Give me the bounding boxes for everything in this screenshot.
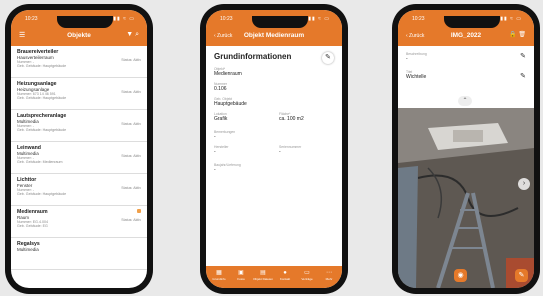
item-status: Status: Aktiv: [121, 186, 141, 190]
field-value: -: [214, 149, 216, 155]
list-item[interactable]: Regalsys Multimedia: [11, 238, 147, 270]
status-time: 10:23: [220, 16, 233, 22]
edit-pencil-icon[interactable]: ✎: [520, 72, 526, 80]
tab-label: Objekt Dateien: [253, 277, 273, 281]
next-arrow-icon[interactable]: ›: [518, 178, 530, 190]
item-meta: Geb. Gebäude: Hauptgebäude: [17, 192, 67, 196]
field-label: Seriennummer: [279, 145, 302, 149]
phone-frame-photo: 10:23 ▮▮▮ ≈ ▭ ‹ Zurück IMG_2022 🔒 🗑 Besc…: [392, 4, 540, 294]
list-item[interactable]: Medienraum Raum Nummer: EG.4.004 Geb. Ge…: [11, 206, 147, 238]
photo-screen: 10:23 ▮▮▮ ≈ ▭ ‹ Zurück IMG_2022 🔒 🗑 Besc…: [398, 10, 534, 288]
list-item[interactable]: Heizungsanlage Heizungsanlage Nummer: 67…: [11, 78, 147, 110]
list-item[interactable]: Leinwand Multimedia Nummer: - Geb. Gebäu…: [11, 142, 147, 174]
item-meta: Geb. Gebäude: EG: [17, 224, 48, 228]
camera-button[interactable]: ◉: [454, 269, 467, 282]
photo-details: Beschreibung - ✎ Titel Wichtelle ✎ ⌃: [398, 46, 534, 108]
field-row: Lokation Grafik Fläche* ca. 100 m2: [214, 107, 334, 125]
tab-grundinfo[interactable]: ▦ Grundinfo: [208, 269, 230, 281]
list-item[interactable]: Brauereiverteiler Hausverteilerraum Numm…: [11, 46, 147, 78]
detail-screen: 10:23 ▮▮▮ ≈ ▭ ‹ Zurück Objekt Medienraum…: [206, 10, 342, 288]
page-title: Objekt Medienraum: [243, 32, 305, 39]
list-item[interactable]: Lichttor Fenster Nummer: - Geb. Gebäude:…: [11, 174, 147, 206]
contact-icon: ●: [283, 270, 287, 276]
field-value: Wichtelle: [406, 74, 427, 80]
tab-vertraege[interactable]: ▭ Verträge: [296, 269, 318, 281]
photo-image: › ◉ ✎: [398, 108, 534, 288]
field-value: 0.106: [214, 86, 227, 92]
edit-pencil-icon[interactable]: ✎: [322, 52, 334, 64]
collapse-chevron-icon[interactable]: ⌃: [458, 96, 472, 106]
field-value: ca. 100 m2: [279, 116, 304, 122]
more-icon: ⋯: [326, 270, 332, 276]
item-meta: Geb. Gebäude: Hauptgebäude: [17, 96, 67, 100]
item-status: Status: Aktiv: [121, 90, 141, 94]
app-bar: ‹ Zurück Objekt Medienraum: [206, 26, 342, 46]
field-value: Grafik: [214, 116, 228, 122]
field-value: -: [214, 167, 216, 173]
field-manufacturer: Hersteller -: [214, 140, 229, 155]
app-bar: ☰ Objekte ▼ ⌕: [11, 26, 147, 46]
status-time: 10:23: [412, 16, 425, 22]
item-meta: Geb. Gebäude: Hauptgebäude: [17, 128, 67, 132]
status-icons: ▮▮▮ ≈ ▭: [496, 16, 522, 22]
notch: [444, 16, 500, 28]
field-value: Medienraum: [214, 71, 242, 77]
phone-frame-detail: 10:23 ▮▮▮ ≈ ▭ ‹ Zurück Objekt Medienraum…: [200, 4, 348, 294]
tab-fotos[interactable]: ▣ Fotos: [230, 269, 252, 281]
field-row: Hersteller - Seriennummer -: [214, 140, 334, 158]
object-list: Brauereiverteiler Hausverteilerraum Numm…: [11, 46, 147, 288]
field-label: Hersteller: [214, 145, 229, 149]
status-icons: ▮▮▮ ≈ ▭: [304, 16, 330, 22]
field-value: -: [279, 149, 281, 155]
favorite-marker-icon: [137, 209, 141, 213]
item-meta: Geb. Gebäude: Medienraum: [17, 160, 63, 164]
tab-kontakt[interactable]: ● Kontakt: [274, 269, 296, 281]
edit-photo-button[interactable]: ✎: [515, 269, 528, 282]
field-value: -: [406, 56, 408, 62]
filter-search-icons[interactable]: ▼ ⌕: [126, 31, 139, 39]
item-status: Status: Aktiv: [121, 58, 141, 62]
info-icon: ▦: [216, 270, 222, 276]
tab-dateien[interactable]: ▤ Objekt Dateien: [252, 269, 274, 281]
item-status: Status: Aktiv: [121, 218, 141, 222]
item-subtitle: Multimedia: [17, 247, 39, 252]
item-status: Status: Aktiv: [121, 122, 141, 126]
status-time: 10:23: [25, 16, 38, 22]
list-screen: 10:23 ▮▮▮ ≈ ▭ ☰ Objekte ▼ ⌕ Brauereivert…: [11, 10, 147, 288]
tab-label: Fotos: [237, 277, 245, 281]
field-location: Lokation Grafik: [214, 107, 227, 122]
file-icon: ▤: [260, 270, 266, 276]
item-meta: Geb. Gebäude: Hauptgebäude: [17, 64, 67, 68]
tab-label: Verträge: [301, 277, 313, 281]
ceiling-photo: [398, 108, 534, 288]
section-heading: Grundinformationen: [214, 52, 292, 61]
status-icons: ▮▮▮ ≈ ▭: [109, 16, 135, 22]
contract-icon: ▭: [304, 270, 310, 276]
app-bar: ‹ Zurück IMG_2022 🔒 🗑: [398, 26, 534, 46]
tab-mehr[interactable]: ⋯ Mehr: [318, 269, 340, 281]
notch: [252, 16, 308, 28]
phone-frame-list: 10:23 ▮▮▮ ≈ ▭ ☰ Objekte ▼ ⌕ Brauereivert…: [5, 4, 153, 294]
photo-icon: ▣: [238, 270, 244, 276]
field-area: Fläche* ca. 100 m2: [279, 107, 304, 122]
edit-pencil-icon[interactable]: ✎: [520, 52, 526, 60]
item-status: Status: Aktiv: [121, 154, 141, 158]
list-item[interactable]: Lautsprecheranlage Multimedia Nummer: - …: [11, 110, 147, 142]
tab-label: Grundinfo: [212, 277, 226, 281]
tab-label: Mehr: [325, 277, 333, 281]
notch: [57, 16, 113, 28]
field-serial: Seriennummer -: [279, 140, 301, 155]
bottom-tab-bar: ▦ Grundinfo ▣ Fotos ▤ Objekt Dateien ● Konta…: [206, 266, 342, 288]
detail-content: Grundinformationen ✎ Objekt* Medienraum …: [206, 46, 342, 266]
tab-label: Kontakt: [279, 277, 291, 281]
lock-trash-icons[interactable]: 🔒 🗑: [509, 31, 526, 38]
